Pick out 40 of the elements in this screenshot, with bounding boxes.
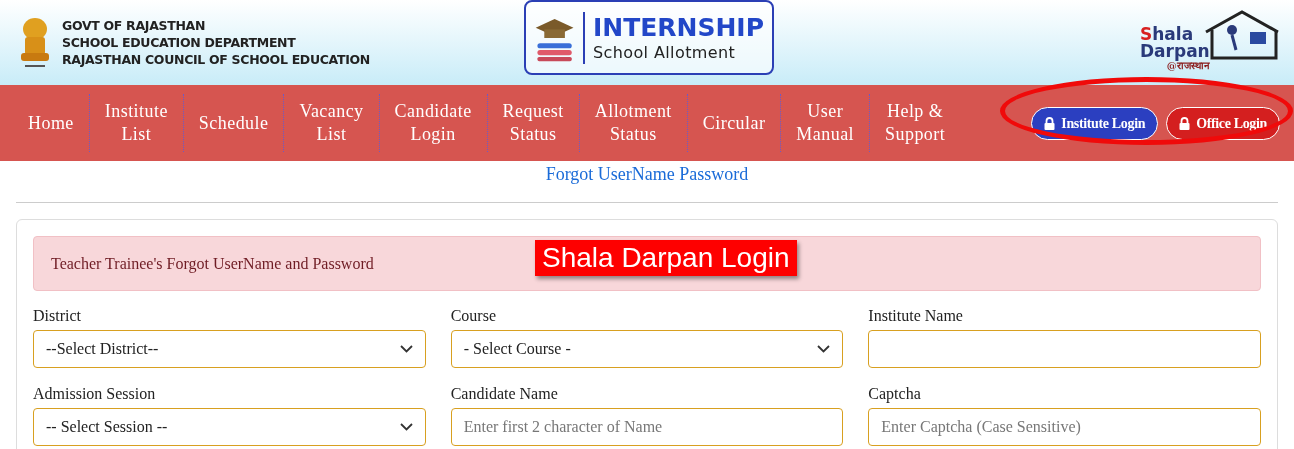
annotation-label: Shala Darpan Login [535,240,797,276]
input-field[interactable]: Enter Captcha (Case Sensitive) [868,408,1261,446]
chevron-down-icon [399,345,413,353]
header-title-line: RAJASTHAN COUNCIL OF SCHOOL EDUCATION [62,51,371,68]
logo-subtitle: School Allotment [592,42,737,63]
input-field[interactable]: Enter first 2 character of Name [450,408,844,446]
lock-icon [1179,116,1191,130]
nav-link[interactable]: Institute List [89,92,183,154]
brand-tag: @राजस्थान [1166,60,1210,72]
nav-link[interactable]: Schedule [183,92,284,154]
field-label: Candidate Name [450,384,559,404]
field-label: Captcha [868,384,922,405]
logo-title: INTERNSHIP [592,12,764,43]
nav-link[interactable]: Allotment Status [579,92,687,154]
nav-link[interactable]: Vacancy List [284,92,379,154]
chevron-down-icon [817,345,831,353]
nav-link[interactable]: User Manual [781,92,870,154]
nav-link[interactable]: Request Status [487,92,579,154]
forgot-link[interactable]: Forgot UserName Password [545,162,749,186]
alert-text: Teacher Trainee's Forgot UserName and Password [51,253,374,275]
brand-name: Shala [1140,26,1195,43]
login-button[interactable]: Office Login [1166,106,1280,140]
field-label: Course [450,306,497,326]
lock-icon [1044,116,1056,130]
nav-link[interactable]: Candidate Login [379,92,487,154]
select-field[interactable]: - Select Course - [450,330,844,368]
chevron-down-icon [399,423,413,431]
nav-link[interactable]: Help & Support [870,92,961,154]
field-label: District [33,306,82,326]
nav-link[interactable]: Home [13,92,89,154]
input-field[interactable] [868,330,1261,368]
brand-name: Darpan [1140,43,1210,60]
select-field[interactable]: -- Select Session -- [33,408,426,446]
header-title-line: SCHOOL EDUCATION DEPARTMENT [62,34,297,51]
field-label: Admission Session [33,384,157,404]
select-field[interactable]: --Select District-- [33,330,426,368]
header-title-line: GOVT OF RAJASTHAN [62,17,207,34]
field-label: Institute Name [868,306,964,326]
nav-link[interactable]: Circular [687,92,781,154]
login-button[interactable]: Institute Login [1031,106,1159,140]
